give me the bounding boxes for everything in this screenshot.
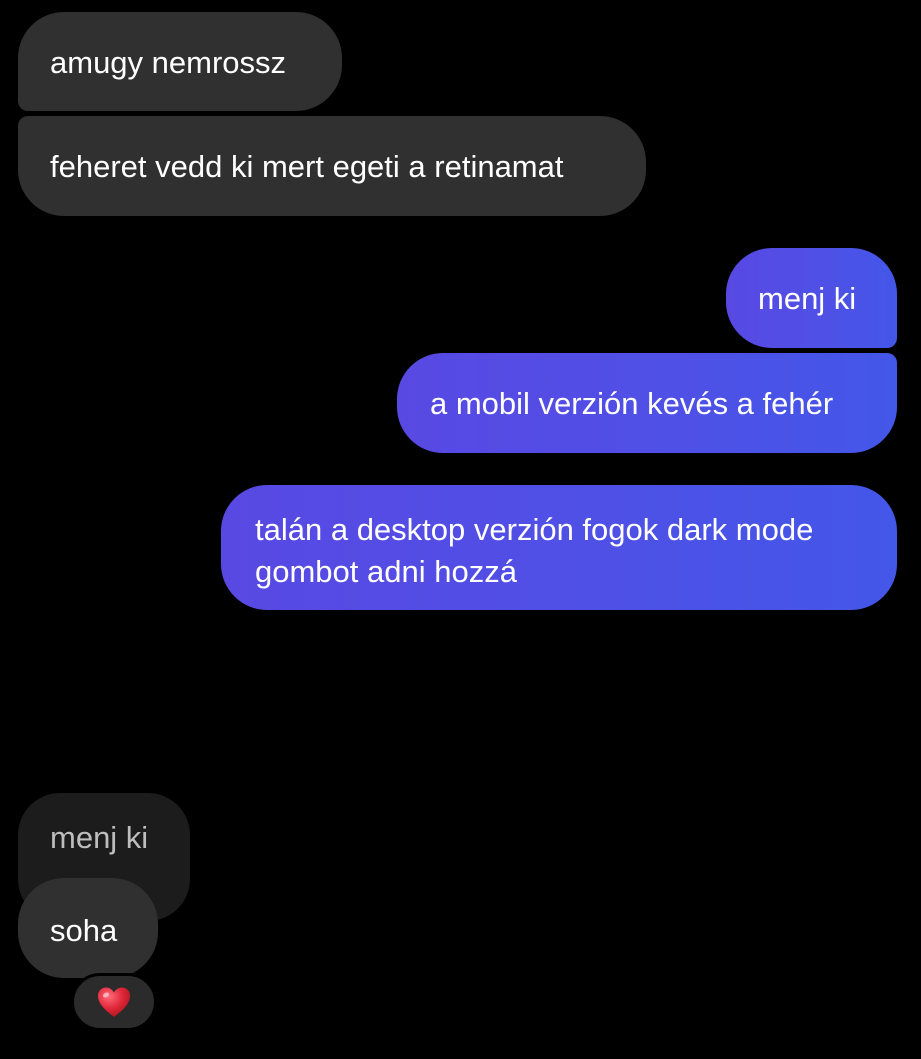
incoming-message-bubble[interactable]: feheret vedd ki mert egeti a retinamat	[18, 116, 646, 216]
red-heart-icon	[97, 987, 131, 1017]
message-text: feheret vedd ki mert egeti a retinamat	[50, 149, 564, 184]
outgoing-message-bubble[interactable]: menj ki	[726, 248, 897, 348]
outgoing-message-bubble[interactable]: a mobil verzión kevés a fehér	[397, 353, 897, 453]
message-text: amugy nemrossz	[50, 45, 287, 80]
message-text: talán a desktop verzión fogok dark mode …	[255, 512, 814, 589]
message-text: menj ki	[758, 281, 857, 316]
message-text: soha	[50, 913, 118, 948]
quoted-message-text: menj ki	[50, 820, 149, 855]
incoming-message-bubble[interactable]: amugy nemrossz	[18, 12, 342, 111]
incoming-message-bubble[interactable]: soha	[18, 878, 158, 978]
message-reaction[interactable]	[71, 973, 157, 1031]
outgoing-message-bubble[interactable]: talán a desktop verzión fogok dark mode …	[221, 485, 897, 610]
message-text: a mobil verzión kevés a fehér	[430, 386, 834, 421]
